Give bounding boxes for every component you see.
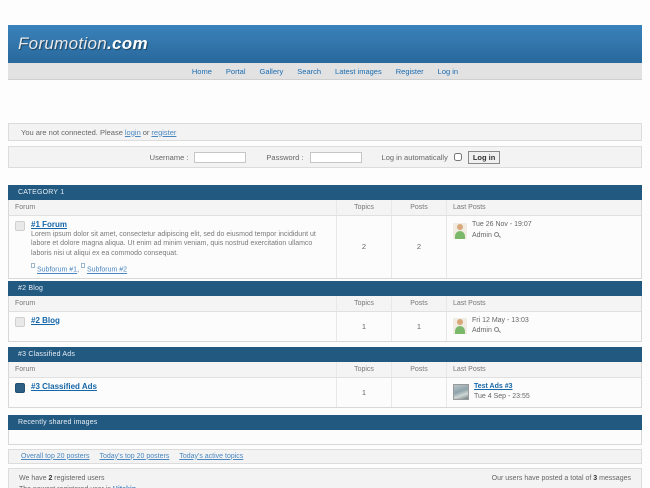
statistics-links: Overall top 20 posters Today's top 20 po… <box>8 449 642 464</box>
autologin-label: Log in automatically <box>382 153 448 162</box>
today-top-posters-link[interactable]: Today's top 20 posters <box>99 453 169 460</box>
category-1-title-bar: CATEGORY 1 <box>8 185 642 200</box>
forum-row-3: #3 Classified Ads 1 Test Ads #3 Tue 4 Se… <box>9 378 641 407</box>
last-post-topic-link[interactable]: Test Ads #3 <box>474 383 513 390</box>
last-post-time: Fri 12 May - 13:03 <box>472 316 529 327</box>
logo-suffix: .com <box>107 34 148 53</box>
notice-or: or <box>143 128 150 137</box>
subforum-icon <box>81 263 85 268</box>
category-2-title-bar: #2 Blog <box>8 281 642 296</box>
nav-item-gallery[interactable]: Gallery <box>260 67 284 76</box>
col-header-posts: Posts <box>391 362 446 377</box>
view-latest-post-icon[interactable] <box>494 232 499 237</box>
forum-3-link[interactable]: #3 Classified Ads <box>31 382 97 391</box>
nav-item-search[interactable]: Search <box>297 67 321 76</box>
today-active-topics-link[interactable]: Today's active topics <box>179 453 243 460</box>
forum-page: Forumotion.com Home Portal Gallery Searc… <box>0 0 650 488</box>
category-3: #3 Classified Ads Forum Topics Posts Las… <box>8 347 642 408</box>
nav-item-login[interactable]: Log in <box>438 67 458 76</box>
last-post-author[interactable]: Admin <box>472 327 492 334</box>
connection-notice: You are not connected. Please login or r… <box>8 123 642 141</box>
forum-1-last-post: Tue 26 Nov - 19:07 Admin <box>453 220 635 241</box>
overall-top-posters-link[interactable]: Overall top 20 posters <box>21 453 89 460</box>
messages-total-line: Our users have posted a total of 3 messa… <box>492 473 631 484</box>
last-post-time: Tue 4 Sep - 23:55 <box>474 392 530 403</box>
forum-3-last-post: Test Ads #3 Tue 4 Sep - 23:55 <box>453 382 635 403</box>
site-logo: Forumotion.com <box>18 34 148 54</box>
col-header-last-posts: Last Posts <box>446 200 641 215</box>
forum-2-posts-count: 1 <box>391 312 446 341</box>
category-3-title-bar: #3 Classified Ads <box>8 347 642 362</box>
shared-images-section: Recently shared images <box>8 415 642 445</box>
col-header-topics: Topics <box>336 296 391 311</box>
username-input[interactable] <box>194 152 246 163</box>
avatar <box>453 318 467 334</box>
nav-item-home[interactable]: Home <box>192 67 212 76</box>
login-button[interactable]: Log in <box>468 151 501 164</box>
col-header-topics: Topics <box>336 200 391 215</box>
subforum-icon <box>31 263 35 268</box>
user-stats-box: We have 2 registered users The newest re… <box>8 468 642 488</box>
main-navigation: Home Portal Gallery Search Latest images… <box>8 63 642 80</box>
notice-text: You are not connected. Please <box>21 128 123 137</box>
logo-main: Forumotion <box>18 34 107 53</box>
last-post-author[interactable]: Admin <box>472 232 492 239</box>
col-header-last-posts: Last Posts <box>446 362 641 377</box>
username-label: Username : <box>150 153 189 162</box>
forum-3-topics-count: 1 <box>336 378 391 407</box>
col-header-posts: Posts <box>391 200 446 215</box>
forum-1-description: Lorem ipsum dolor sit amet, consectetur … <box>31 230 330 258</box>
col-header-topics: Topics <box>336 362 391 377</box>
register-link[interactable]: register <box>151 128 176 137</box>
forum-1-link[interactable]: #1 Forum <box>31 220 67 229</box>
nav-item-register[interactable]: Register <box>396 67 424 76</box>
forum-status-icon <box>15 383 25 393</box>
shared-images-title-bar: Recently shared images <box>8 415 642 430</box>
forum-2-last-post: Fri 12 May - 13:03 Admin <box>453 316 635 337</box>
login-link[interactable]: login <box>125 128 141 137</box>
category-2: #2 Blog Forum Topics Posts Last Posts #2… <box>8 281 642 342</box>
forum-1-subforums: Subforum #1, Subforum #2 <box>31 263 330 273</box>
view-latest-post-icon[interactable] <box>494 327 499 332</box>
forum-row-2: #2 Blog 1 1 Fri 12 May - 13:03 Admin <box>9 312 641 341</box>
category-1: CATEGORY 1 Forum Topics Posts Last Posts… <box>8 185 642 279</box>
registered-users-line: We have 2 registered users <box>19 473 136 484</box>
subforum-2-link[interactable]: Subforum #2 <box>87 267 127 274</box>
forum-2-topics-count: 1 <box>336 312 391 341</box>
category-2-column-headers: Forum Topics Posts Last Posts <box>9 296 641 312</box>
last-post-thumbnail-image <box>453 384 469 400</box>
nav-item-latest-images[interactable]: Latest images <box>335 67 382 76</box>
col-header-forum: Forum <box>9 296 336 311</box>
site-header: Forumotion.com <box>8 25 642 63</box>
forum-2-link[interactable]: #2 Blog <box>31 316 60 325</box>
category-3-column-headers: Forum Topics Posts Last Posts <box>9 362 641 378</box>
forum-3-posts-count <box>391 378 446 407</box>
forum-1-topics-count: 2 <box>336 216 391 278</box>
avatar <box>453 223 467 239</box>
subforum-1-link[interactable]: Subforum #1 <box>37 267 77 274</box>
quick-login-form: Username : Password : Log in automatical… <box>8 146 642 168</box>
newest-user-line: The newest registered user is Hitskin <box>19 484 136 488</box>
password-label: Password : <box>266 153 303 162</box>
password-input[interactable] <box>310 152 362 163</box>
col-header-forum: Forum <box>9 200 336 215</box>
last-post-time: Tue 26 Nov - 19:07 <box>472 220 532 231</box>
forum-status-icon <box>15 317 25 327</box>
col-header-posts: Posts <box>391 296 446 311</box>
col-header-forum: Forum <box>9 362 336 377</box>
col-header-last-posts: Last Posts <box>446 296 641 311</box>
category-1-column-headers: Forum Topics Posts Last Posts <box>9 200 641 216</box>
nav-item-portal[interactable]: Portal <box>226 67 246 76</box>
autologin-checkbox[interactable] <box>454 153 462 161</box>
shared-images-empty-area <box>8 430 642 445</box>
forum-row-1: #1 Forum Lorem ipsum dolor sit amet, con… <box>9 216 641 278</box>
forum-status-icon <box>15 221 25 231</box>
forum-1-posts-count: 2 <box>391 216 446 278</box>
